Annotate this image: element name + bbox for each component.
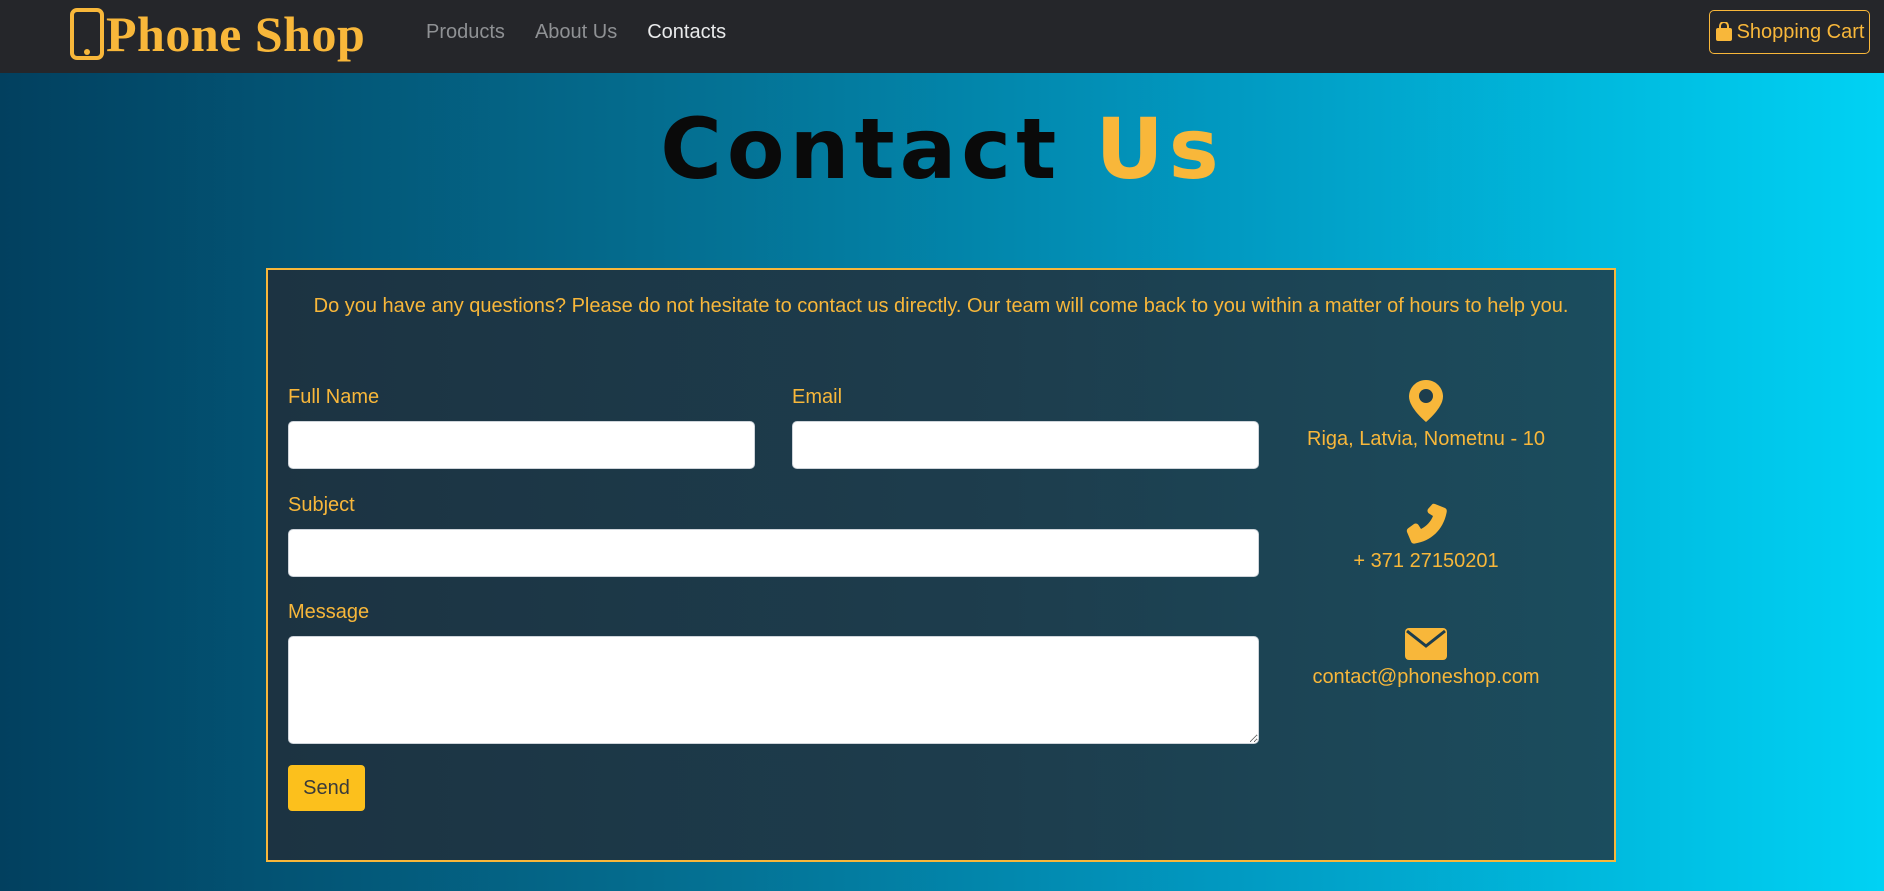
navbar: Phone Shop Products About Us Contacts Sh… bbox=[0, 0, 1884, 73]
contact-phone: + 371 27150201 bbox=[1276, 502, 1576, 573]
contact-panel: Do you have any questions? Please do not… bbox=[266, 268, 1616, 862]
brand-logo[interactable]: Phone Shop bbox=[70, 4, 365, 64]
contact-address-text: Riga, Latvia, Nometnu - 10 bbox=[1307, 428, 1545, 450]
email-label: Email bbox=[792, 386, 843, 408]
contact-email-text[interactable]: contact@phoneshop.com bbox=[1312, 666, 1539, 688]
contact-email: contact@phoneshop.com bbox=[1276, 628, 1576, 689]
subject-input[interactable] bbox=[288, 529, 1259, 577]
shopping-cart-button[interactable]: Shopping Cart bbox=[1709, 10, 1870, 54]
map-marker-icon bbox=[1409, 380, 1443, 422]
send-button[interactable]: Send bbox=[288, 765, 365, 811]
full-name-label: Full Name bbox=[288, 386, 380, 408]
nav-link-products[interactable]: Products bbox=[426, 20, 505, 44]
email-input[interactable] bbox=[792, 421, 1259, 469]
shopping-bag-icon bbox=[1715, 22, 1732, 41]
nav-link-contacts[interactable]: Contacts bbox=[647, 20, 726, 44]
brand-name: Phone Shop bbox=[106, 6, 366, 62]
nav-link-about-us[interactable]: About Us bbox=[535, 20, 617, 44]
message-textarea[interactable] bbox=[288, 636, 1259, 744]
full-name-input[interactable] bbox=[288, 421, 755, 469]
page-title-part-1: Contact bbox=[660, 100, 1062, 198]
page-title-part-2: Us bbox=[1095, 100, 1224, 198]
page-title: Contact Us bbox=[0, 94, 1884, 204]
subject-label: Subject bbox=[288, 494, 355, 516]
phone-icon bbox=[1406, 503, 1447, 544]
envelope-icon bbox=[1405, 628, 1447, 660]
contact-phone-text: + 371 27150201 bbox=[1353, 550, 1499, 572]
contact-address: Riga, Latvia, Nometnu - 10 bbox=[1276, 380, 1576, 451]
mobile-phone-icon bbox=[70, 8, 104, 60]
message-label: Message bbox=[288, 601, 370, 623]
nav-links: Products About Us Contacts bbox=[426, 20, 756, 44]
shopping-cart-label: Shopping Cart bbox=[1736, 20, 1865, 43]
intro-text: Do you have any questions? Please do not… bbox=[313, 295, 1569, 317]
